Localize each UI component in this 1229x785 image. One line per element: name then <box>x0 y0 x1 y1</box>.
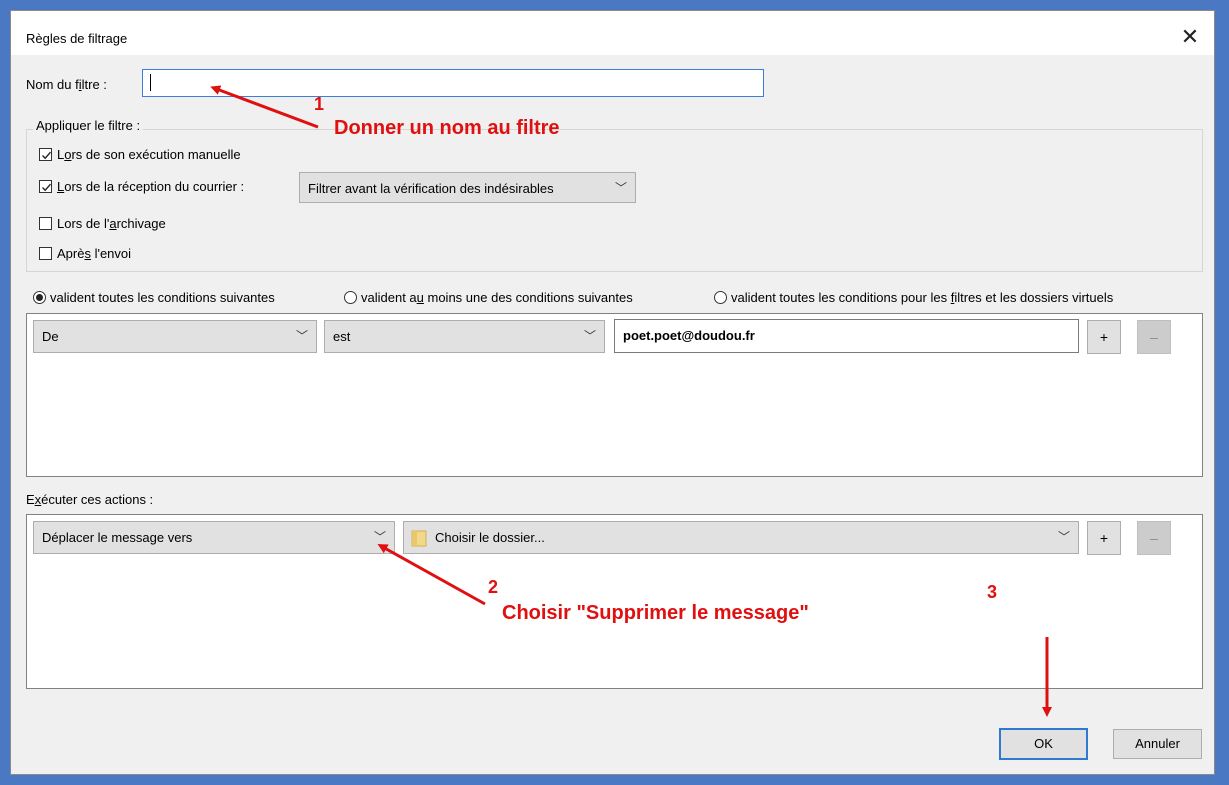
annotation-arrows <box>210 85 1052 717</box>
annotation-text-1: Donner un nom au filtre <box>334 117 560 139</box>
annotation-number-1: 1 <box>314 94 325 114</box>
arrow-1 <box>210 85 319 129</box>
arrow-2 <box>377 544 486 606</box>
annotation-number-2: 2 <box>488 577 499 597</box>
annotation-text-2: Choisir "Supprimer le message" <box>502 602 809 624</box>
annotation-number-3: 3 <box>987 582 998 602</box>
